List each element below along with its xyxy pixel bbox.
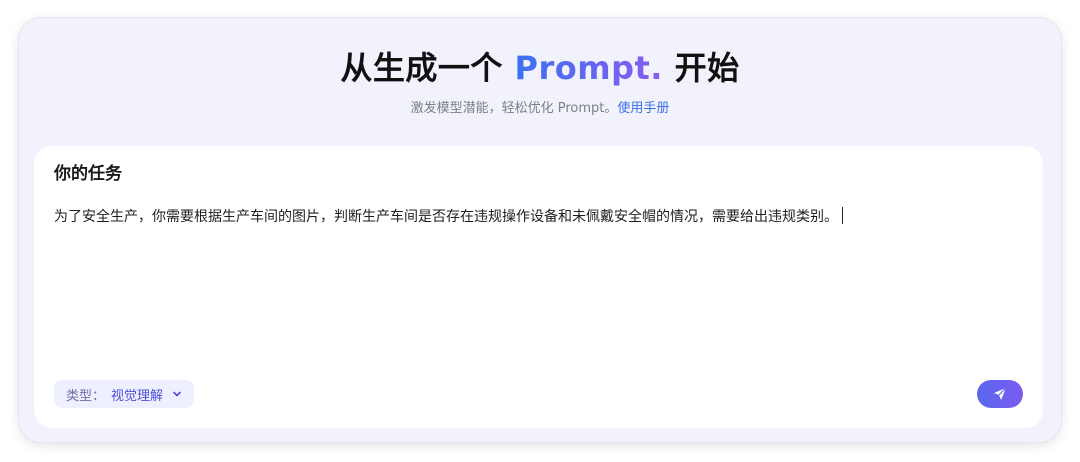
type-label: 类型： (66, 388, 106, 404)
prompt-panel: 从生成一个 Prompt. 开始 激发模型潜能，轻松优化 Prompt。使用手册… (19, 18, 1061, 442)
send-button[interactable] (977, 380, 1023, 408)
title-suffix: 开始 (662, 49, 740, 87)
chevron-down-icon (172, 389, 182, 399)
send-icon (992, 386, 1008, 402)
subtitle-text: 激发模型潜能，轻松优化 Prompt。 (410, 101, 618, 116)
title-prefix: 从生成一个 (340, 49, 515, 87)
page-title: 从生成一个 Prompt. 开始 (19, 48, 1061, 88)
type-dropdown[interactable]: 类型： 视觉理解 (54, 380, 195, 408)
title-accent: Prompt. (514, 49, 663, 87)
type-value: 视觉理解 (111, 388, 164, 404)
task-text: 为了安全生产，你需要根据生产车间的图片，判断生产车间是否存在违规操作设备和未佩戴… (54, 209, 838, 225)
task-input[interactable]: 为了安全生产，你需要根据生产车间的图片，判断生产车间是否存在违规操作设备和未佩戴… (54, 206, 1014, 228)
manual-link[interactable]: 使用手册 (617, 101, 669, 116)
task-heading: 你的任务 (54, 164, 122, 184)
text-caret (842, 207, 843, 224)
page-subtitle: 激发模型潜能，轻松优化 Prompt。使用手册 (19, 100, 1061, 118)
task-card: 你的任务 为了安全生产，你需要根据生产车间的图片，判断生产车间是否存在违规操作设… (34, 146, 1043, 428)
